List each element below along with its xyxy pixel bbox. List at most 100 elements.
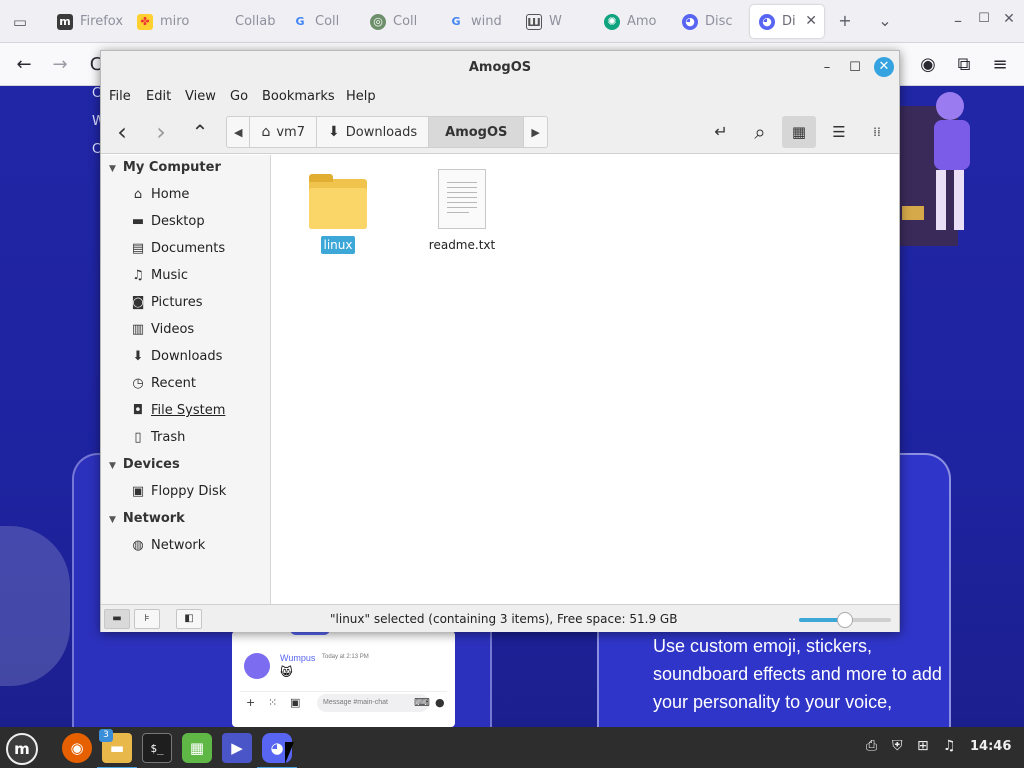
breadcrumb-scroll-left-icon[interactable]: ◀ xyxy=(227,117,251,147)
menu-bookmarks[interactable]: Bookmarks xyxy=(262,89,335,104)
hide-sidebar-button[interactable]: ◧ xyxy=(176,609,202,629)
chat-emoji: 😸 xyxy=(280,665,293,679)
close-window-button[interactable]: ✕ xyxy=(874,57,894,77)
sidebar-item-pictures[interactable]: ◙ Pictures xyxy=(130,295,203,310)
terminal-icon[interactable]: $_ xyxy=(142,733,172,763)
browser-tab[interactable]: ◎ Coll xyxy=(361,5,439,38)
clock-icon: ◷ xyxy=(132,376,144,391)
calculator-icon[interactable]: ▦ xyxy=(182,733,212,763)
home-icon: ⌂ xyxy=(133,187,143,202)
back-icon[interactable]: ← xyxy=(12,53,36,77)
breadcrumb-scroll-right-icon[interactable]: ▶ xyxy=(524,117,546,147)
sidebar-item-documents[interactable]: ▤ Documents xyxy=(130,241,225,256)
breadcrumb-item-vm7[interactable]: ⌂ vm7 xyxy=(250,117,317,147)
breadcrumb-item-downloads[interactable]: ⬇ Downloads xyxy=(317,117,430,147)
account-icon[interactable]: ◉ xyxy=(916,53,940,77)
expander-icon: ▼ xyxy=(109,164,116,174)
zoom-slider[interactable] xyxy=(799,612,891,628)
compact-view-button[interactable]: ⁞⁞ xyxy=(860,116,894,148)
download-icon: ⬇ xyxy=(328,124,340,140)
browser-tab[interactable]: Collab xyxy=(203,5,283,38)
menu-bar: File Edit View Go Bookmarks Help xyxy=(101,84,899,110)
menu-file[interactable]: File xyxy=(109,89,131,104)
forward-button[interactable]: › xyxy=(147,118,175,146)
file-item-folder[interactable]: linux xyxy=(302,174,374,254)
m-icon: m xyxy=(57,13,73,30)
sidebar-item-floppy-disk[interactable]: ▣ Floppy Disk xyxy=(130,484,226,499)
browser-tab-active[interactable]: ◕ Di ✕ xyxy=(750,5,824,38)
menu-view[interactable]: View xyxy=(185,89,216,104)
minimize-icon[interactable]: – xyxy=(947,11,969,30)
search-icon[interactable]: ⌕ xyxy=(746,118,774,146)
gift-icon: ▣ xyxy=(290,696,301,709)
clock[interactable]: 14:46 xyxy=(970,739,1011,754)
window-count-badge: 3 xyxy=(99,729,113,742)
sidebar-item-trash[interactable]: ▯ Trash xyxy=(130,430,185,445)
media-player-icon[interactable]: ▶ xyxy=(222,733,252,763)
close-window-icon[interactable]: ✕ xyxy=(998,11,1020,27)
maximize-icon[interactable]: ☐ xyxy=(973,11,995,26)
browser-tab[interactable]: ◕ Disc xyxy=(673,5,749,38)
menu-icon[interactable]: ≡ xyxy=(988,53,1012,77)
wiki-icon: ◎ xyxy=(370,13,386,30)
sidebar-item-file-system[interactable]: ◘ File System xyxy=(130,403,226,418)
menu-help[interactable]: Help xyxy=(346,89,376,104)
tab-label: Amo xyxy=(627,14,657,29)
list-all-tabs-button[interactable]: ⌄ xyxy=(874,11,896,30)
file-item-text[interactable]: readme.txt xyxy=(422,169,502,254)
toggle-location-icon[interactable]: ↵ xyxy=(707,118,735,146)
sidebar-section-my-computer[interactable]: ▼ My Computer xyxy=(109,160,221,175)
file-manager-window: AmogOS – ☐ ✕ File Edit View Go Bookmarks… xyxy=(100,50,900,632)
list-view-button[interactable]: ☰ xyxy=(822,116,856,148)
sidebar-item-home[interactable]: ⌂ Home xyxy=(130,187,190,202)
sidebar-section-network[interactable]: ▼ Network xyxy=(109,511,185,526)
sidebar-item-desktop[interactable]: ▬ Desktop xyxy=(130,214,205,229)
taskbar: m ◉ ▬ $_ ▦ ▶ ◕ ⎙ ⛨ ⊞ ♫ 14:46 xyxy=(0,727,1024,768)
menu-edit[interactable]: Edit xyxy=(146,89,171,104)
up-button[interactable]: ⌃ xyxy=(186,118,214,146)
zoom-slider-handle[interactable] xyxy=(837,612,853,628)
forward-icon[interactable]: → xyxy=(48,53,72,77)
browser-tab[interactable]: m Firefox xyxy=(48,5,128,38)
breadcrumb-item-amogos[interactable]: AmogOS xyxy=(429,117,525,147)
minimize-window-icon[interactable]: – xyxy=(817,58,837,78)
mint-menu-icon[interactable]: m xyxy=(6,733,38,765)
tab-label: Disc xyxy=(705,14,733,29)
status-text: "linux" selected (containing 3 items), F… xyxy=(330,612,678,626)
browser-tab[interactable]: ✺ Amo xyxy=(595,5,673,38)
show-places-button[interactable]: ▬ xyxy=(104,609,130,629)
sidebar-item-music[interactable]: ♫ Music xyxy=(130,268,188,283)
maximize-window-icon[interactable]: ☐ xyxy=(845,58,865,78)
close-tab-icon[interactable]: ✕ xyxy=(805,13,817,29)
sidebar-section-devices[interactable]: ▼ Devices xyxy=(109,457,180,472)
file-name: linux xyxy=(320,236,356,254)
shield-icon[interactable]: ⛨ xyxy=(892,738,903,754)
browser-tab[interactable]: Ш W xyxy=(517,5,595,38)
browser-tab[interactable]: G Coll xyxy=(283,5,361,38)
tab-label: Coll xyxy=(315,14,340,29)
file-name: readme.txt xyxy=(428,238,496,252)
back-button[interactable]: ‹ xyxy=(108,118,136,146)
network-icon[interactable]: ⊞ xyxy=(917,738,929,754)
menu-go[interactable]: Go xyxy=(230,89,248,104)
sidebar-item-videos[interactable]: ▥ Videos xyxy=(130,322,194,337)
decorative-glow xyxy=(0,526,70,686)
clipboard-icon[interactable]: ⎙ xyxy=(866,738,877,754)
trash-icon: ▯ xyxy=(134,430,142,445)
new-tab-button[interactable]: + xyxy=(834,11,856,30)
expander-icon: ▼ xyxy=(109,461,116,471)
tab-label: Firefox xyxy=(80,14,124,29)
tab-overview-icon[interactable]: ▭ xyxy=(10,12,30,32)
firefox-icon[interactable]: ◉ xyxy=(62,733,92,763)
browser-tab[interactable]: ✤ miro xyxy=(128,5,208,38)
sidebar-item-recent[interactable]: ◷ Recent xyxy=(130,376,196,391)
sidebar-item-downloads[interactable]: ⬇ Downloads xyxy=(130,349,223,364)
sidebar-item-network[interactable]: ◍ Network xyxy=(130,538,205,553)
show-tree-button[interactable]: ⊧ xyxy=(134,609,160,629)
window-title: AmogOS xyxy=(101,51,899,84)
icon-view-button[interactable]: ▦ xyxy=(782,116,816,148)
extensions-icon[interactable]: ⧉ xyxy=(952,53,976,77)
volume-icon[interactable]: ♫ xyxy=(943,738,956,754)
browser-tab[interactable]: G wind xyxy=(439,5,517,38)
mouse-cursor xyxy=(285,742,294,764)
